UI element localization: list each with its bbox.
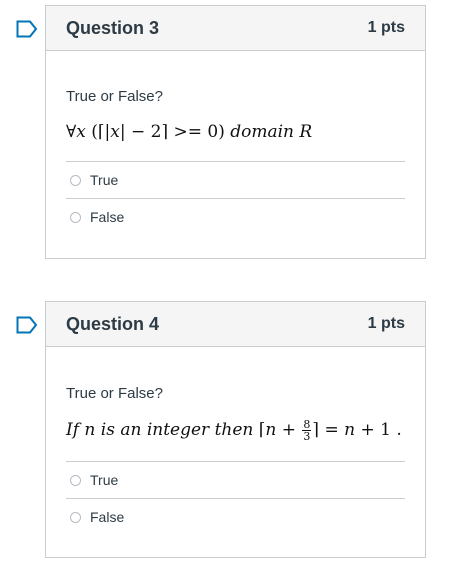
question-header: Question 4 1 pts — [46, 302, 425, 347]
answer-option-false[interactable]: False — [66, 198, 405, 235]
math-text: + 1 . — [355, 420, 402, 440]
math-var: n — [344, 420, 356, 440]
radio-unchecked-icon[interactable] — [70, 511, 81, 523]
fraction-denominator: 3 — [303, 430, 311, 443]
question-header: Question 3 1 pts — [46, 6, 425, 51]
answer-label: False — [90, 209, 125, 225]
math-var: n — [265, 420, 277, 440]
answer-option-true[interactable]: True — [66, 161, 405, 198]
question-prompt: True or False? — [66, 385, 163, 402]
math-fraction: 83 — [302, 419, 312, 443]
math-plus: + — [276, 420, 302, 440]
math-text: (⌈| — [85, 122, 111, 142]
question-points: 1 pts — [367, 19, 405, 36]
answer-option-false[interactable]: False — [66, 498, 405, 535]
math-statement: ∀x (⌈|x| − 2⌉ >= 0) domain R — [66, 122, 405, 142]
math-text: If n is an integer then — [66, 420, 259, 440]
question-title: Question 3 — [66, 17, 160, 38]
flag-question-icon[interactable] — [16, 316, 38, 334]
math-var: x — [76, 122, 86, 142]
answer-list: True False — [66, 461, 405, 535]
question-card: Question 4 1 pts True or False? If n is … — [45, 301, 426, 558]
question-points: 1 pts — [367, 315, 405, 332]
answer-label: True — [90, 172, 119, 188]
math-domain-set: R — [299, 122, 313, 142]
radio-unchecked-icon[interactable] — [70, 211, 81, 223]
radio-unchecked-icon[interactable] — [70, 474, 81, 486]
math-ceil-close: ⌉ = — [312, 420, 345, 440]
radio-unchecked-icon[interactable] — [70, 174, 81, 186]
answer-label: True — [90, 472, 119, 488]
answer-list: True False — [66, 161, 405, 235]
question-title: Question 4 — [66, 313, 160, 334]
math-domain-word: domain — [230, 122, 295, 142]
question-prompt: True or False? — [66, 88, 163, 105]
answer-label: False — [90, 509, 125, 525]
forall-symbol: ∀ — [66, 122, 77, 142]
flag-question-icon[interactable] — [16, 20, 38, 38]
question-card: Question 3 1 pts True or False? ∀x (⌈|x|… — [45, 5, 426, 259]
math-text: | − 2⌉ >= 0) — [119, 122, 231, 142]
answer-option-true[interactable]: True — [66, 461, 405, 498]
math-var: x — [110, 122, 120, 142]
math-statement: If n is an integer then ⌈n + 8 3 ⌉ = n + 1… — [66, 419, 405, 442]
